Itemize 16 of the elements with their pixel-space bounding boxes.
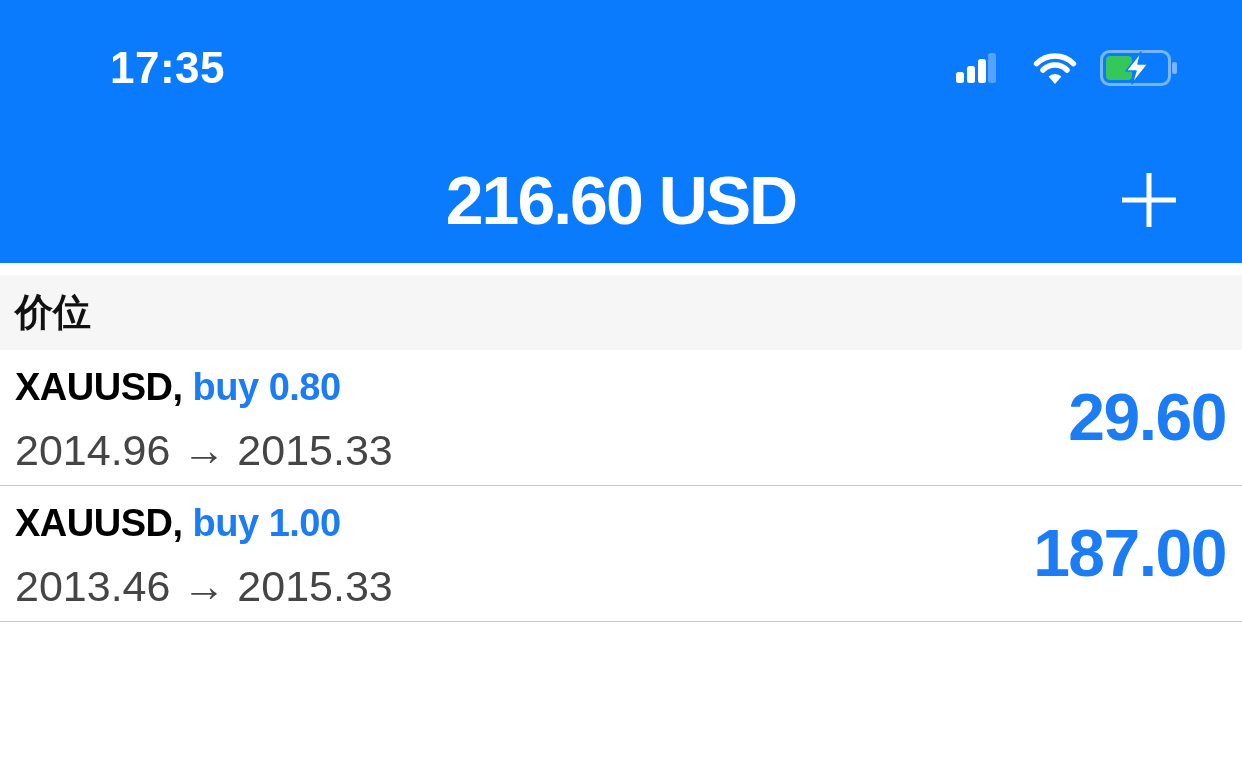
symbol-label: XAUUSD, [15,503,183,545]
profit-value: 29.60 [1068,381,1226,454]
balance-title: 216.60 USD [445,165,797,234]
battery-charging-icon [1100,50,1178,86]
symbol-label: XAUUSD, [15,367,183,409]
profit-value: 187.00 [1033,517,1226,590]
price-change-text: 2014.96 → 2015.33 [15,425,393,476]
wifi-icon [1032,51,1078,85]
status-time: 17:35 [110,46,226,90]
price-change-text: 2013.46 → 2015.33 [15,561,393,612]
add-button[interactable] [1122,172,1176,227]
order-label: buy 0.80 [192,367,341,409]
order-label: buy 1.00 [192,503,341,545]
plus-icon [1122,172,1176,227]
section-title: 价位 [15,291,91,334]
signal-icon [956,53,996,83]
